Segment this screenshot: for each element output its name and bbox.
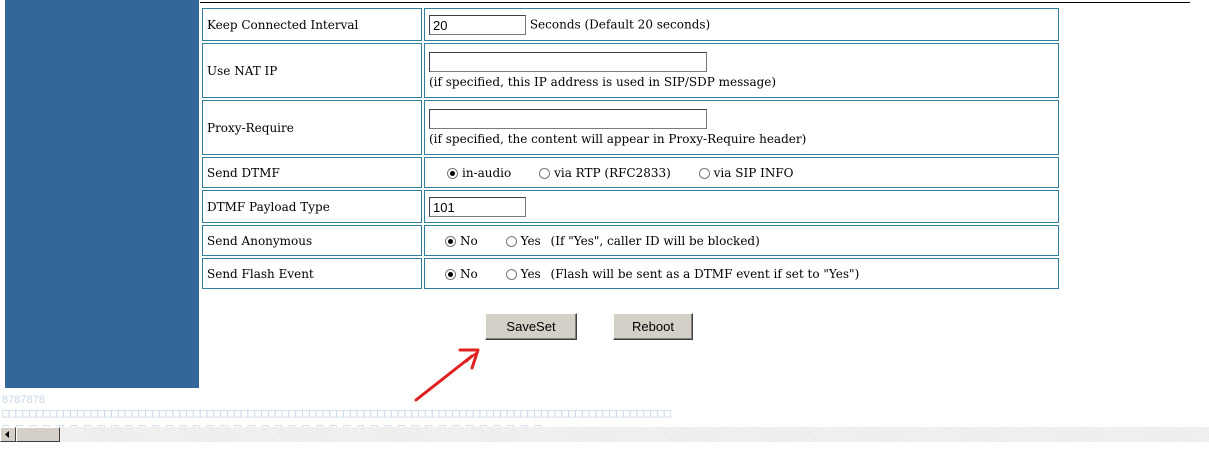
send-anonymous-label: Send Anonymous [202, 225, 422, 256]
keep-connected-label: Keep Connected Interval [202, 8, 422, 41]
top-divider [200, 2, 1190, 3]
send-dtmf-label: Send DTMF [202, 157, 422, 188]
flash-note: (Flash will be sent as a DTMF event if s… [550, 266, 860, 281]
flash-yes-radio[interactable] [505, 268, 517, 280]
row-dtmf-payload: DTMF Payload Type 101 [202, 190, 1059, 223]
sip-settings-table: Keep Connected Interval 20 Seconds (Defa… [200, 6, 1061, 291]
saveset-button[interactable]: SaveSet [485, 313, 577, 340]
dtmf-sip-info-label: via SIP INFO [713, 165, 794, 180]
sidebar-panel [5, 0, 199, 388]
row-send-flash: Send Flash Event No Yes (Flash will be s… [202, 258, 1059, 289]
scroll-thumb[interactable] [16, 427, 60, 442]
row-nat-ip: Use NAT IP (if specified, this IP addres… [202, 43, 1059, 98]
row-send-dtmf: Send DTMF in-audio via RTP (RFC2833) via… [202, 157, 1059, 188]
dtmf-rtp-label: via RTP (RFC2833) [554, 165, 671, 180]
anonymous-no-label: No [460, 233, 478, 248]
keep-connected-input[interactable]: 20 [429, 14, 526, 35]
dtmf-rtp-radio[interactable] [539, 167, 551, 179]
proxy-require-note: (if specified, the content will appear i… [429, 132, 807, 146]
horizontal-scrollbar[interactable] [0, 427, 1209, 442]
flash-no-label: No [460, 266, 478, 281]
anonymous-note: (If "Yes", caller ID will be blocked) [550, 233, 760, 248]
footer-garble-line-1: □□□□□□□□□□□□□□□□□□□□□□□□□□□□□□□□□□□□□□□□… [2, 406, 671, 420]
dtmf-payload-label: DTMF Payload Type [202, 190, 422, 223]
row-proxy-require: Proxy-Require (if specified, the content… [202, 100, 1059, 155]
anonymous-no-radio[interactable] [445, 235, 456, 247]
row-send-anonymous: Send Anonymous No Yes (If "Yes", caller … [202, 225, 1059, 256]
anonymous-yes-label: Yes [520, 233, 541, 248]
dtmf-in-audio-radio[interactable] [447, 167, 458, 179]
nat-ip-input[interactable] [429, 52, 707, 72]
flash-yes-label: Yes [520, 266, 541, 281]
red-arrow-annotation [414, 348, 480, 402]
arrow-left-icon [5, 431, 9, 438]
keep-connected-note: Seconds (Default 20 seconds) [529, 17, 711, 31]
scroll-left-button[interactable] [0, 427, 16, 442]
reboot-button[interactable]: Reboot [613, 313, 693, 340]
nat-ip-label: Use NAT IP [202, 43, 422, 98]
dtmf-in-audio-label: in-audio [462, 165, 512, 180]
row-keep-connected: Keep Connected Interval 20 Seconds (Defa… [202, 8, 1059, 41]
flash-no-radio[interactable] [445, 268, 456, 280]
anonymous-yes-radio[interactable] [505, 235, 517, 247]
footer-code: 8787878 [2, 394, 45, 406]
nat-ip-note: (if specified, this IP address is used i… [429, 75, 777, 89]
proxy-require-input[interactable] [429, 109, 707, 129]
proxy-require-label: Proxy-Require [202, 100, 422, 155]
send-flash-label: Send Flash Event [202, 258, 422, 289]
dtmf-sip-info-radio[interactable] [698, 167, 710, 179]
dtmf-payload-input[interactable]: 101 [429, 196, 526, 217]
